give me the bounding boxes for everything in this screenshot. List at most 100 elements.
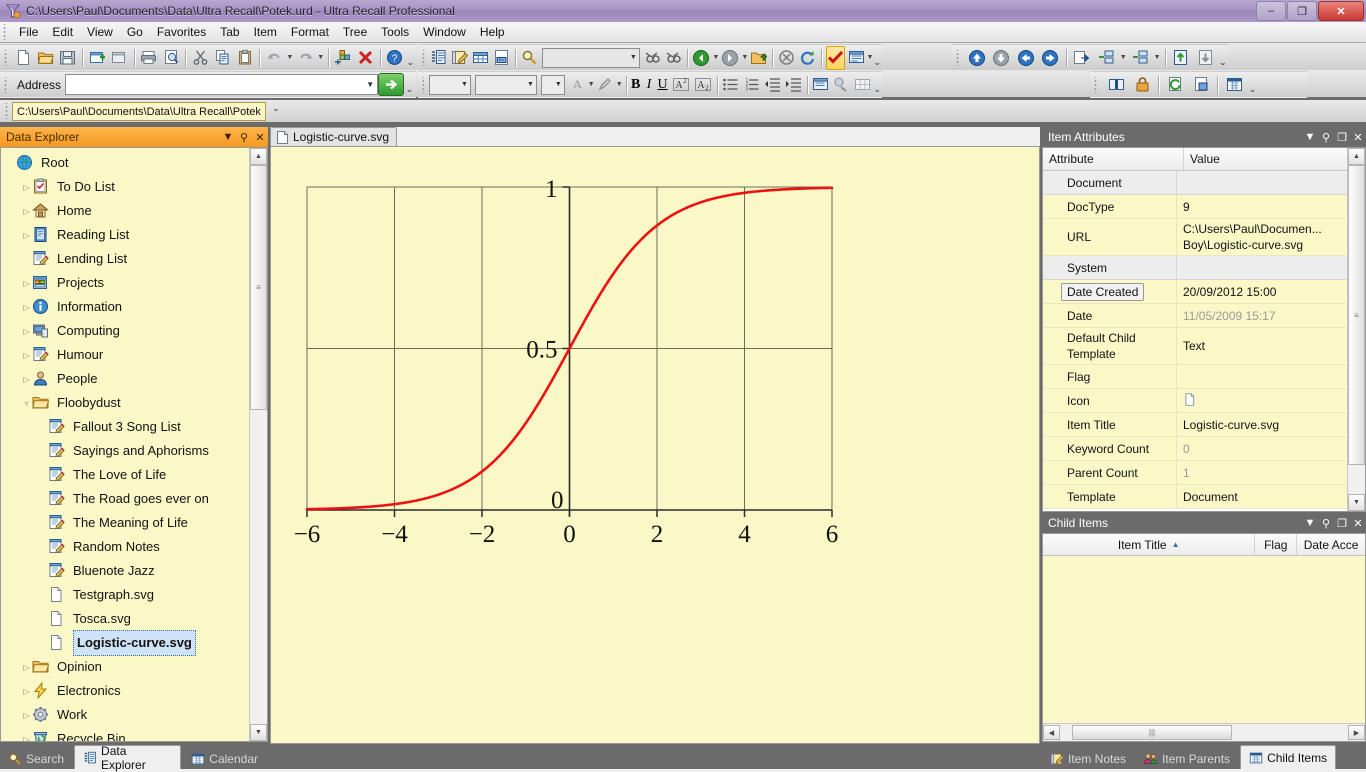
sync-button[interactable] xyxy=(1163,73,1187,97)
refresh-button[interactable] xyxy=(798,46,817,70)
tree-view[interactable]: Root▷To Do List▷Home▷Reading ListLending… xyxy=(1,148,250,741)
attribute-value-cell[interactable]: Logistic-curve.svg xyxy=(1177,413,1365,436)
print-button[interactable] xyxy=(139,46,159,70)
attributes-vertical-scrollbar[interactable]: ▲ ≡ ▼ xyxy=(1347,148,1365,511)
superscript-button[interactable]: A2 xyxy=(671,73,691,97)
tree-item[interactable]: ▷Reading List xyxy=(1,223,250,247)
open-in-folder-button[interactable] xyxy=(1071,46,1094,70)
tree-item[interactable]: ▷Work xyxy=(1,703,250,727)
scroll-down-arrow-icon[interactable]: ▼ xyxy=(1348,494,1365,511)
tree-item[interactable]: Lending List xyxy=(1,247,250,271)
subscript-button[interactable]: A2 xyxy=(693,73,713,97)
go-up-button[interactable] xyxy=(749,46,768,70)
insert-date-button[interactable] xyxy=(811,73,830,97)
print-preview-button[interactable] xyxy=(161,46,181,70)
attribute-value-cell[interactable]: 1 xyxy=(1177,461,1365,484)
tree-expander-icon[interactable]: ▷ xyxy=(21,223,32,247)
close-icon[interactable]: ✕ xyxy=(252,129,268,145)
menu-item-file[interactable]: File xyxy=(12,23,45,41)
toolbar-grip-icon[interactable] xyxy=(1093,77,1100,93)
bold-button[interactable]: B xyxy=(630,73,641,97)
scroll-left-arrow-icon[interactable]: ◀ xyxy=(1043,725,1060,740)
insert-table-button[interactable] xyxy=(853,73,872,97)
tree-item[interactable]: ▷Humour xyxy=(1,343,250,367)
scroll-up-arrow-icon[interactable]: ▲ xyxy=(250,148,267,165)
scroll-thumb[interactable]: ≡ xyxy=(1348,165,1365,465)
pin-icon[interactable]: ⚲ xyxy=(1318,129,1334,145)
maximize-icon[interactable]: ❐ xyxy=(1334,129,1350,145)
attribute-value-cell[interactable]: 9 xyxy=(1177,195,1365,218)
lock-button[interactable] xyxy=(1130,73,1154,97)
properties-dropdown-icon[interactable]: ▼ xyxy=(867,48,874,68)
flag-toggle-button[interactable] xyxy=(826,46,845,70)
font-size-select[interactable]: ▼ xyxy=(541,75,565,95)
tree-expander-icon[interactable]: ▷ xyxy=(21,703,32,727)
dictionary-button[interactable] xyxy=(1104,73,1128,97)
child-items-col-item-title[interactable]: Item Title ▲ xyxy=(1043,534,1255,555)
tree-item[interactable]: Bluenote Jazz xyxy=(1,559,250,583)
menu-item-format[interactable]: Format xyxy=(284,23,336,41)
redo-button[interactable] xyxy=(295,46,315,70)
tree-item[interactable]: Testgraph.svg xyxy=(1,583,250,607)
pathbar-overflow-icon[interactable]: ⌄ xyxy=(272,103,280,114)
tree-item[interactable]: Sayings and Aphorisms xyxy=(1,439,250,463)
attribute-section-row[interactable]: System xyxy=(1043,256,1365,280)
convert-button[interactable] xyxy=(1189,73,1213,97)
tree-item[interactable]: Root xyxy=(1,151,250,175)
numbered-list-button[interactable]: 123 xyxy=(742,73,761,97)
menu-item-view[interactable]: View xyxy=(80,23,120,41)
scroll-thumb[interactable]: ≡ xyxy=(250,165,267,410)
value-column-header[interactable]: Value xyxy=(1184,148,1365,170)
cut-button[interactable] xyxy=(190,46,210,70)
highlight-color-button[interactable] xyxy=(596,73,615,97)
toolbar-overflow-icon[interactable]: ⌄ xyxy=(1218,46,1228,69)
toolbar-grip-icon[interactable] xyxy=(3,77,10,93)
child-items-horizontal-scrollbar[interactable]: ◀ ||| ▶ xyxy=(1043,723,1365,741)
new-item-button[interactable] xyxy=(87,46,107,70)
move-down-button[interactable] xyxy=(990,46,1013,70)
outdent-item-button[interactable] xyxy=(1129,46,1152,70)
menu-item-tree[interactable]: Tree xyxy=(336,23,374,41)
tree-item[interactable]: ▷Opinion xyxy=(1,655,250,679)
close-button[interactable]: ✕ xyxy=(1318,1,1364,21)
explorer-tab-strip[interactable]: SearchData ExplorerCalendar xyxy=(0,744,268,769)
tree-expander-icon[interactable]: ▷ xyxy=(21,727,32,742)
bottom-tab-child-items[interactable]: Child Items xyxy=(1240,745,1336,769)
tree-item[interactable]: ▷To Do List xyxy=(1,175,250,199)
toolbar-overflow-icon[interactable]: ⌄ xyxy=(873,46,881,69)
menu-item-tools[interactable]: Tools xyxy=(374,23,416,41)
bullet-list-button[interactable] xyxy=(721,73,740,97)
chevron-down-icon[interactable]: ▼ xyxy=(366,80,374,89)
child-items-col-flag[interactable]: Flag xyxy=(1255,534,1297,555)
attribute-value-cell[interactable]: 20/09/2012 15:00 xyxy=(1177,280,1365,303)
scroll-up-arrow-icon[interactable]: ▲ xyxy=(1348,148,1365,165)
attribute-value-cell[interactable] xyxy=(1177,171,1365,194)
increase-indent-button[interactable] xyxy=(784,73,803,97)
attribute-row[interactable]: Date11/05/2009 15:17 xyxy=(1043,304,1365,328)
paste-button[interactable] xyxy=(235,46,255,70)
tree-item[interactable]: ▷Computing xyxy=(1,319,250,343)
forward-button[interactable] xyxy=(720,46,740,70)
tree-item[interactable]: The Love of Life xyxy=(1,463,250,487)
menu-item-item[interactable]: Item xyxy=(247,23,284,41)
move-left-button[interactable] xyxy=(1015,46,1038,70)
form-view-button[interactable]: 123 xyxy=(492,46,511,70)
attribute-value-cell[interactable]: Text xyxy=(1177,328,1365,364)
indent-item-button[interactable] xyxy=(1095,46,1118,70)
attribute-row[interactable]: Date Created20/09/2012 15:00 xyxy=(1043,280,1365,304)
open-file-button[interactable] xyxy=(35,46,55,70)
attribute-value-cell[interactable] xyxy=(1177,389,1365,412)
insert-link-button[interactable] xyxy=(832,73,851,97)
move-up-button[interactable] xyxy=(966,46,989,70)
attribute-row[interactable]: Parent Count1 xyxy=(1043,461,1365,485)
close-icon[interactable]: ✕ xyxy=(1350,129,1366,145)
attribute-row[interactable]: Icon xyxy=(1043,389,1365,413)
underline-button[interactable]: U xyxy=(657,73,669,97)
attribute-row[interactable]: TemplateDocument xyxy=(1043,485,1365,509)
attribute-value-cell[interactable]: 0 xyxy=(1177,437,1365,460)
attribute-row[interactable]: Default Child TemplateText xyxy=(1043,328,1365,365)
attribute-value-cell[interactable]: C:\Users\Paul\Documen...Boy\Logistic-cur… xyxy=(1177,219,1365,255)
export-button[interactable] xyxy=(1194,46,1217,70)
outdent-dropdown-icon[interactable]: ▼ xyxy=(1152,48,1161,68)
italic-button[interactable]: I xyxy=(643,73,654,97)
